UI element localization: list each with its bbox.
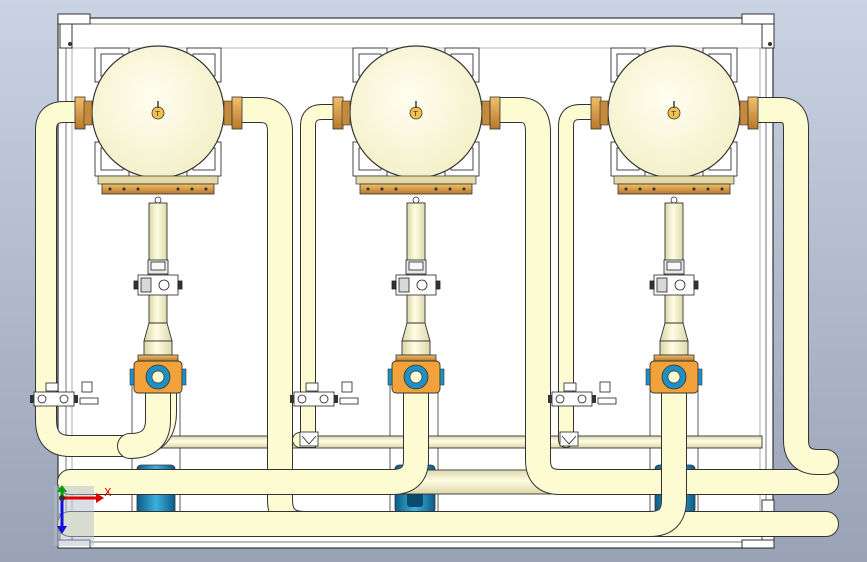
cad-viewport[interactable]: T bbox=[0, 0, 867, 562]
assembly-drawing: T bbox=[29, 13, 839, 549]
x-axis-label: X bbox=[104, 486, 112, 499]
